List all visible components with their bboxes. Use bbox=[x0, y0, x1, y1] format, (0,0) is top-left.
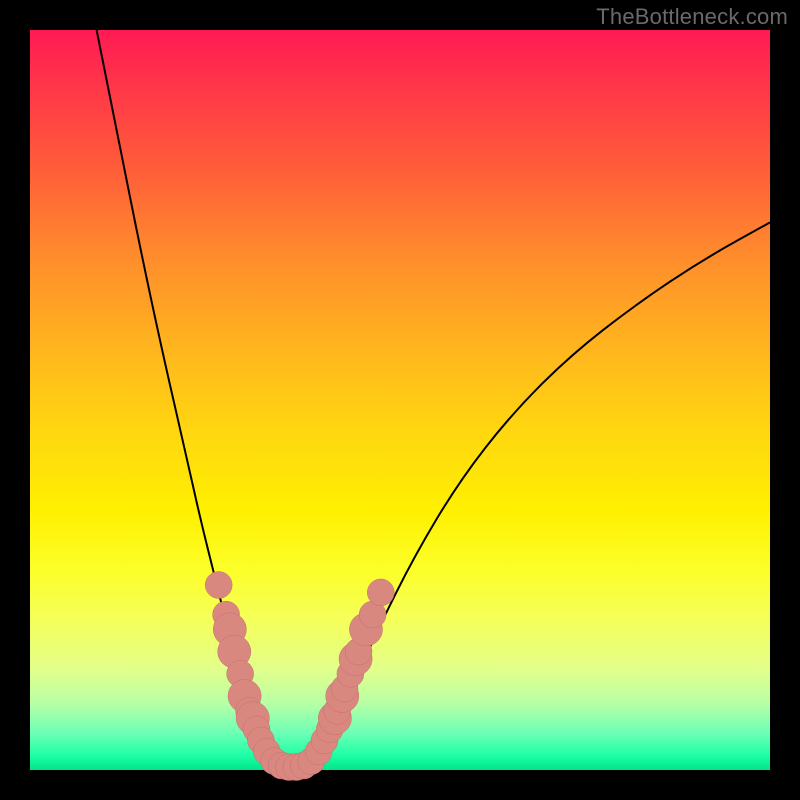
marker-point bbox=[205, 572, 232, 599]
chart-svg bbox=[30, 30, 770, 770]
chart-frame: TheBottleneck.com bbox=[0, 0, 800, 800]
plot-area bbox=[30, 30, 770, 770]
bottleneck-curve bbox=[97, 30, 770, 768]
marker-cluster bbox=[205, 572, 394, 781]
watermark-text: TheBottleneck.com bbox=[596, 4, 788, 30]
marker-point bbox=[367, 579, 394, 606]
